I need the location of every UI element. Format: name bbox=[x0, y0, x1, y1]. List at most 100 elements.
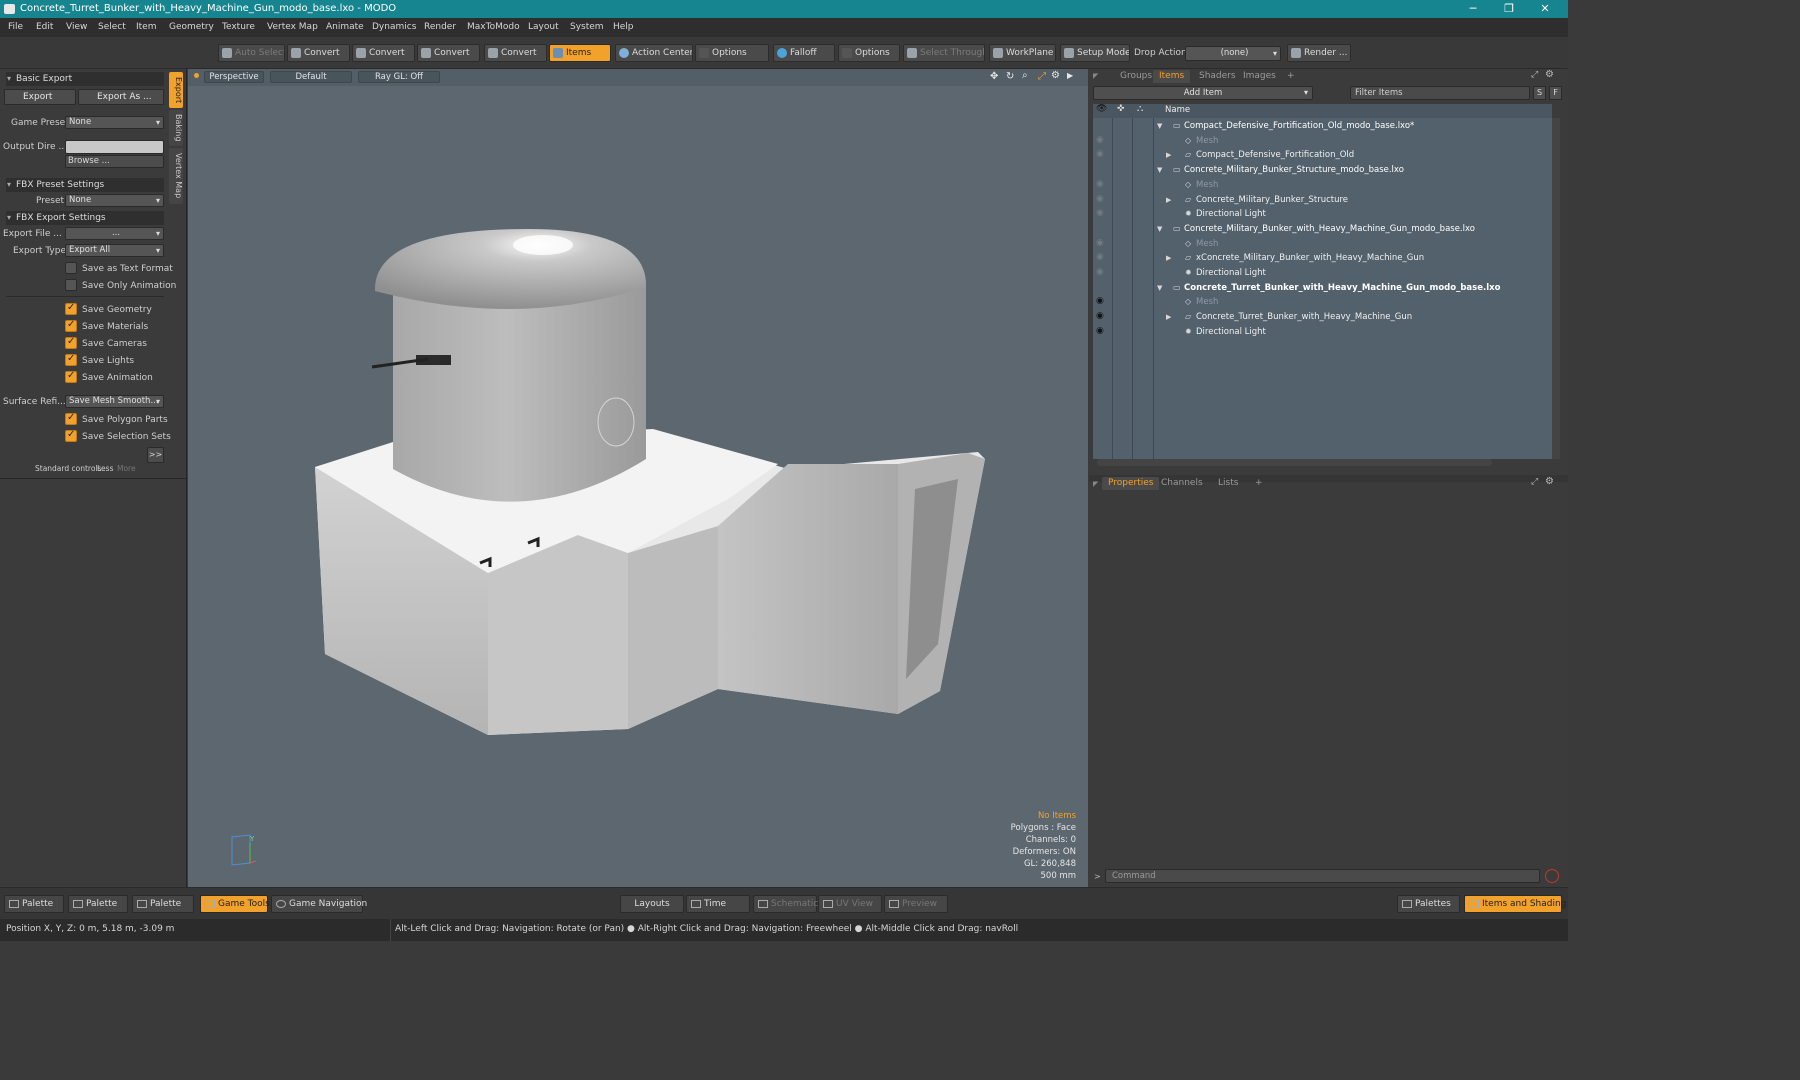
output-dir-field[interactable] bbox=[65, 140, 164, 154]
options-button-1[interactable]: Options bbox=[695, 44, 769, 62]
fbx-export-section[interactable]: FBX Export Settings bbox=[6, 211, 164, 225]
add-item-button[interactable]: Add Item ▾ bbox=[1093, 86, 1313, 100]
add-tab-button[interactable]: + bbox=[1281, 70, 1301, 83]
menu-select[interactable]: Select bbox=[98, 22, 126, 32]
menu-dynamics[interactable]: Dynamics bbox=[372, 22, 416, 32]
menu-maxtomodo[interactable]: MaxToModo bbox=[467, 22, 520, 32]
palettes-button[interactable]: Palettes bbox=[1397, 895, 1460, 913]
item-row[interactable]: ◉ ▶ ▱ Concrete_Turret_Bunker_with_Heavy_Mac… bbox=[1093, 310, 1552, 324]
raygl-button[interactable]: Ray GL: Off bbox=[358, 71, 440, 83]
expand-arrow-icon[interactable]: ▼ bbox=[1157, 119, 1162, 133]
game-tools-button[interactable]: Game Tools bbox=[200, 895, 270, 913]
layouts-button[interactable]: Layouts bbox=[620, 895, 684, 913]
f-button[interactable]: F bbox=[1549, 86, 1562, 100]
render-button[interactable]: Render ... bbox=[1287, 44, 1351, 62]
expand-arrow-icon[interactable]: ▼ bbox=[1157, 281, 1162, 295]
export-button[interactable]: Export bbox=[4, 89, 76, 105]
menu-system[interactable]: System bbox=[570, 22, 604, 32]
command-input[interactable]: Command bbox=[1105, 869, 1540, 883]
menu-geometry[interactable]: Geometry bbox=[169, 22, 214, 32]
tab-export[interactable]: Export bbox=[169, 72, 183, 108]
falloff-button[interactable]: Falloff bbox=[773, 44, 835, 62]
item-row[interactable]: ◉ ◇ Mesh bbox=[1093, 134, 1552, 148]
s-button[interactable]: S bbox=[1533, 86, 1546, 100]
gear-icon[interactable]: ⚙ bbox=[1545, 476, 1554, 487]
drop-action-dropdown[interactable]: (none) bbox=[1185, 46, 1281, 61]
export-as-button[interactable]: Export As ... bbox=[78, 89, 164, 105]
options-button-2[interactable]: Options bbox=[838, 44, 900, 62]
vertical-scrollbar[interactable] bbox=[1552, 118, 1560, 459]
move-view-icon[interactable]: ✥ bbox=[990, 71, 998, 82]
panel-menu-icon[interactable]: ◤ bbox=[1093, 72, 1098, 80]
expand-arrow-icon[interactable]: ▼ bbox=[1157, 163, 1162, 177]
record-icon[interactable] bbox=[1545, 869, 1559, 883]
uv-view-button[interactable]: UV View bbox=[818, 895, 882, 913]
fit-view-icon[interactable]: ⤢ bbox=[1038, 71, 1046, 82]
expand-arrow-icon[interactable]: ▶ bbox=[1166, 251, 1171, 265]
visibility-eye-icon[interactable]: ◉ bbox=[1096, 266, 1108, 278]
palette-button-3[interactable]: Palette bbox=[132, 895, 194, 913]
menu-texture[interactable]: Texture bbox=[222, 22, 255, 32]
expand-arrow-icon[interactable]: ▶ bbox=[1166, 148, 1171, 162]
gear-icon[interactable]: ⚙ bbox=[1051, 70, 1060, 81]
item-row[interactable]: ◉ ✹ Directional Light bbox=[1093, 207, 1552, 221]
item-row[interactable]: ▼ ▭ Concrete_Military_Bunker_Structure_mod… bbox=[1093, 163, 1552, 177]
item-row[interactable]: ◉ ✹ Directional Light bbox=[1093, 325, 1552, 339]
maximize-icon[interactable]: ⤢ bbox=[1531, 477, 1538, 487]
game-preset-dropdown[interactable]: None bbox=[65, 116, 164, 129]
time-button[interactable]: Time bbox=[686, 895, 750, 913]
save-lights-checkbox[interactable] bbox=[65, 353, 77, 366]
save-text-checkbox[interactable] bbox=[65, 262, 77, 274]
item-row[interactable]: ◉ ▶ ▱ Concrete_Military_Bunker_Structure bbox=[1093, 193, 1552, 207]
visibility-eye-icon[interactable]: ◉ bbox=[1096, 178, 1108, 190]
visibility-eye-icon[interactable]: ◉ bbox=[1096, 325, 1108, 337]
menu-view[interactable]: View bbox=[66, 22, 87, 32]
horizontal-scrollbar[interactable] bbox=[1097, 459, 1492, 466]
save-animation-checkbox[interactable] bbox=[65, 370, 77, 383]
minimize-icon[interactable]: ─ bbox=[1458, 1, 1488, 17]
save-geometry-checkbox[interactable] bbox=[65, 302, 77, 315]
menu-edit[interactable]: Edit bbox=[36, 22, 53, 32]
convert-button-1[interactable]: Convert bbox=[287, 44, 350, 62]
default-shading-button[interactable]: Default bbox=[270, 71, 352, 83]
preview-button[interactable]: Preview bbox=[884, 895, 948, 913]
tab-images[interactable]: Images bbox=[1237, 70, 1282, 83]
menu-vertex-map[interactable]: Vertex Map bbox=[267, 22, 318, 32]
zoom-icon[interactable]: ⌕ bbox=[1022, 70, 1028, 81]
save-selection-sets-checkbox[interactable] bbox=[65, 429, 77, 442]
menu-item[interactable]: Item bbox=[136, 22, 157, 32]
perspective-button[interactable]: Perspective bbox=[204, 71, 264, 83]
game-navigation-button[interactable]: Game Navigation bbox=[271, 895, 367, 913]
item-row[interactable]: ◉ ◇ Mesh bbox=[1093, 295, 1552, 309]
maximize-icon[interactable]: ⤢ bbox=[1531, 70, 1538, 80]
save-polygon-parts-checkbox[interactable] bbox=[65, 412, 77, 425]
panel-menu-icon[interactable]: ◤ bbox=[1093, 480, 1098, 488]
items-and-shading-button[interactable]: Items and Shading bbox=[1464, 895, 1566, 913]
convert-button-4[interactable]: Convert bbox=[484, 44, 547, 62]
item-row[interactable]: ◉ ◇ Mesh bbox=[1093, 178, 1552, 192]
auto-select-button[interactable]: Auto Select bbox=[218, 44, 285, 62]
fbx-preset-section[interactable]: FBX Preset Settings bbox=[6, 178, 164, 192]
filter-items-input[interactable]: Filter Items bbox=[1350, 86, 1530, 100]
setup-mode-button[interactable]: Setup Mode bbox=[1060, 44, 1130, 62]
tab-items[interactable]: Items bbox=[1153, 70, 1191, 83]
surface-refinement-dropdown[interactable]: Save Mesh Smooth... bbox=[65, 395, 164, 408]
restore-icon[interactable]: ❐ bbox=[1494, 1, 1524, 17]
schematic-button[interactable]: Schematic bbox=[753, 895, 818, 913]
item-row[interactable]: ▼ ▭ Concrete_Turret_Bunker_with_Heavy_Mach… bbox=[1093, 281, 1552, 295]
visibility-eye-icon[interactable]: ◉ bbox=[1096, 148, 1108, 160]
workplane-button[interactable]: WorkPlane bbox=[989, 44, 1056, 62]
select-through-button[interactable]: Select Through bbox=[903, 44, 985, 62]
save-cameras-checkbox[interactable] bbox=[65, 336, 77, 349]
palette-button-2[interactable]: Palette bbox=[68, 895, 128, 913]
item-row[interactable]: ▼ ▭ Compact_Defensive_Fortification_Old_mo… bbox=[1093, 119, 1552, 133]
expand-arrow-icon[interactable]: ▶ bbox=[1067, 71, 1073, 80]
menu-layout[interactable]: Layout bbox=[528, 22, 559, 32]
tab-shaders[interactable]: Shaders bbox=[1193, 70, 1242, 83]
add-tab-button[interactable]: + bbox=[1249, 477, 1269, 490]
convert-button-3[interactable]: Convert bbox=[417, 44, 480, 62]
close-icon[interactable]: ✕ bbox=[1530, 1, 1560, 17]
item-row[interactable]: ▼ ▭ Concrete_Military_Bunker_with_Heavy_Ma… bbox=[1093, 222, 1552, 236]
expand-arrow-icon[interactable]: ▶ bbox=[1166, 193, 1171, 207]
action-center-button[interactable]: Action Center bbox=[615, 44, 693, 62]
